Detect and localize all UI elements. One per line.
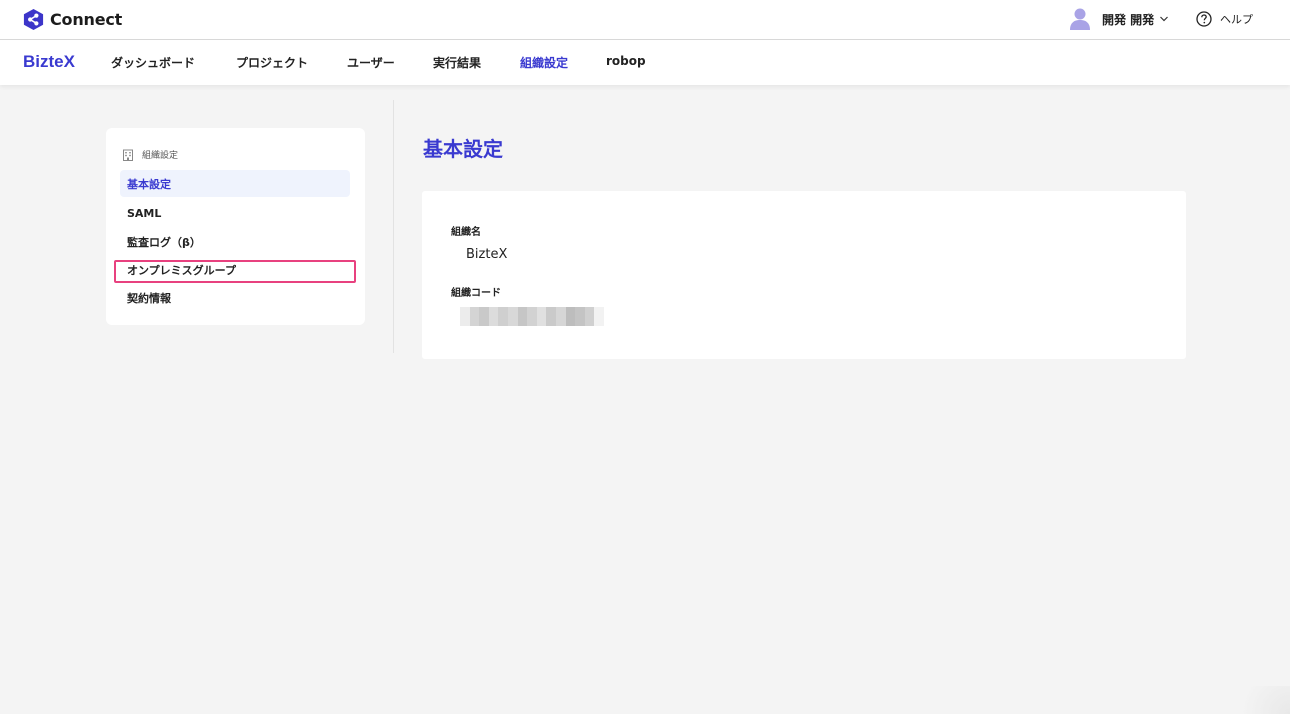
help-label: ヘルプ xyxy=(1220,13,1253,26)
user-name: 開発 開発 xyxy=(1102,12,1155,27)
sidebar-heading: 組織設定 xyxy=(122,148,178,161)
sidebar-heading-label: 組織設定 xyxy=(142,151,179,161)
user-avatar-icon xyxy=(1070,8,1090,30)
org-info-card: 組織名 BizteX 組織コード xyxy=(422,191,1186,359)
brand-logo[interactable]: BizteX xyxy=(23,52,75,72)
building-icon xyxy=(123,149,133,161)
page-title: 基本設定 xyxy=(423,137,503,161)
nav-item-org-settings[interactable]: 組織設定 xyxy=(520,54,568,71)
highlight-box xyxy=(114,260,356,283)
app-name: Connect xyxy=(50,10,123,29)
nav-item-results[interactable]: 実行結果 xyxy=(433,54,481,71)
sidebar-item-basic-settings[interactable]: 基本設定 xyxy=(120,170,350,197)
settings-sidebar: 組織設定 基本設定 SAML 監査ログ（β） オンプレミスグループ 契約情報 xyxy=(106,128,365,325)
help-link[interactable]: ヘルプ xyxy=(1196,11,1253,27)
sidebar-item-contract-info[interactable]: 契約情報 xyxy=(120,284,350,311)
org-name-value: BizteX xyxy=(466,247,508,262)
vertical-divider xyxy=(393,100,394,353)
top-bar: Connect 開発 開発 ヘルプ xyxy=(0,0,1290,40)
org-name-label: 組織名 xyxy=(451,227,481,238)
nav-item-users[interactable]: ユーザー xyxy=(347,54,395,71)
sidebar-item-saml[interactable]: SAML xyxy=(120,200,350,227)
sidebar-item-audit-log[interactable]: 監査ログ（β） xyxy=(120,228,350,255)
connect-logo-icon xyxy=(23,8,44,31)
nav-item-projects[interactable]: プロジェクト xyxy=(236,54,308,71)
corner-shadow xyxy=(1226,686,1290,714)
user-menu[interactable]: 開発 開発 xyxy=(1069,7,1169,31)
nav-item-robop[interactable]: robop xyxy=(606,54,646,68)
app-logo[interactable]: Connect xyxy=(22,8,122,31)
org-code-label: 組織コード xyxy=(451,288,501,299)
main-nav: BizteX ダッシュボード プロジェクト ユーザー 実行結果 組織設定 rob… xyxy=(0,40,1290,85)
org-code-value-redacted xyxy=(460,307,604,326)
nav-item-dashboard[interactable]: ダッシュボード xyxy=(111,54,195,71)
chevron-down-icon xyxy=(1160,16,1169,22)
question-circle-icon xyxy=(1196,11,1212,27)
